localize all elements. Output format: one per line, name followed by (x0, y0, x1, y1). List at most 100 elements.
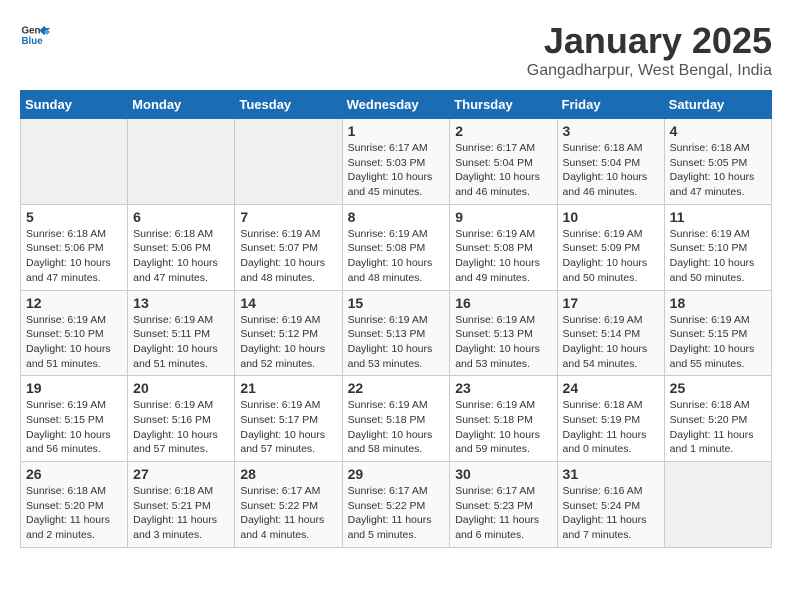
day-info: Sunrise: 6:17 AM Sunset: 5:03 PM Dayligh… (348, 141, 445, 200)
weekday-header-saturday: Saturday (664, 91, 771, 119)
day-number: 12 (26, 295, 122, 311)
day-info: Sunrise: 6:17 AM Sunset: 5:22 PM Dayligh… (240, 484, 336, 543)
week-row-2: 12 Sunrise: 6:19 AM Sunset: 5:10 PM Dayli… (21, 290, 772, 376)
day-info: Sunrise: 6:19 AM Sunset: 5:16 PM Dayligh… (133, 398, 229, 457)
calendar-cell: 5Sunrise: 6:18 AM Sunset: 5:06 PM Daylig… (21, 204, 128, 290)
day-info: Sunrise: 6:18 AM Sunset: 5:20 PM Dayligh… (670, 398, 766, 457)
day-info: Sunrise: 6:19 AM Sunset: 5:08 PM Dayligh… (348, 227, 445, 286)
calendar-cell: 24 Sunrise: 6:18 AM Sunset: 5:19 PM Dayli… (557, 376, 664, 462)
day-number: 9 (455, 209, 551, 225)
calendar-cell: 18 Sunrise: 6:19 AM Sunset: 5:15 PM Dayli… (664, 290, 771, 376)
day-info: Sunrise: 6:18 AM Sunset: 5:06 PM Dayligh… (26, 227, 122, 286)
day-info: Sunrise: 6:19 AM Sunset: 5:18 PM Dayligh… (348, 398, 445, 457)
week-row-0: 1 Sunrise: 6:17 AM Sunset: 5:03 PM Daylig… (21, 119, 772, 205)
calendar-cell: 17 Sunrise: 6:19 AM Sunset: 5:14 PM Dayli… (557, 290, 664, 376)
day-number: 17 (563, 295, 659, 311)
weekday-header-row: SundayMondayTuesdayWednesdayThursdayFrid… (21, 91, 772, 119)
day-info: Sunrise: 6:17 AM Sunset: 5:23 PM Dayligh… (455, 484, 551, 543)
day-number: 28 (240, 466, 336, 482)
weekday-header-thursday: Thursday (450, 91, 557, 119)
day-number: 27 (133, 466, 229, 482)
day-number: 1 (348, 123, 445, 139)
day-info: Sunrise: 6:19 AM Sunset: 5:10 PM Dayligh… (26, 313, 122, 372)
day-info: Sunrise: 6:19 AM Sunset: 5:12 PM Dayligh… (240, 313, 336, 372)
day-number: 18 (670, 295, 766, 311)
day-number: 4 (670, 123, 766, 139)
day-info: Sunrise: 6:19 AM Sunset: 5:09 PM Dayligh… (563, 227, 659, 286)
day-info: Sunrise: 6:19 AM Sunset: 5:15 PM Dayligh… (26, 398, 122, 457)
calendar-cell: 14 Sunrise: 6:19 AM Sunset: 5:12 PM Dayli… (235, 290, 342, 376)
calendar-cell: 29 Sunrise: 6:17 AM Sunset: 5:22 PM Dayli… (342, 462, 450, 548)
calendar-title: January 2025 (527, 20, 772, 62)
day-info: Sunrise: 6:19 AM Sunset: 5:08 PM Dayligh… (455, 227, 551, 286)
calendar-cell: 25 Sunrise: 6:18 AM Sunset: 5:20 PM Dayli… (664, 376, 771, 462)
calendar-cell: 19 Sunrise: 6:19 AM Sunset: 5:15 PM Dayli… (21, 376, 128, 462)
weekday-header-tuesday: Tuesday (235, 91, 342, 119)
calendar-cell: 28 Sunrise: 6:17 AM Sunset: 5:22 PM Dayli… (235, 462, 342, 548)
day-info: Sunrise: 6:19 AM Sunset: 5:14 PM Dayligh… (563, 313, 659, 372)
day-number: 24 (563, 380, 659, 396)
day-info: Sunrise: 6:19 AM Sunset: 5:07 PM Dayligh… (240, 227, 336, 286)
day-number: 19 (26, 380, 122, 396)
weekday-header-friday: Friday (557, 91, 664, 119)
calendar-cell: 6 Sunrise: 6:18 AM Sunset: 5:06 PM Daylig… (128, 204, 235, 290)
calendar-cell: 23 Sunrise: 6:19 AM Sunset: 5:18 PM Dayli… (450, 376, 557, 462)
week-row-3: 19 Sunrise: 6:19 AM Sunset: 5:15 PM Dayli… (21, 376, 772, 462)
day-number: 26 (26, 466, 122, 482)
day-info: Sunrise: 6:18 AM Sunset: 5:19 PM Dayligh… (563, 398, 659, 457)
day-info: Sunrise: 6:17 AM Sunset: 5:22 PM Dayligh… (348, 484, 445, 543)
week-row-4: 26 Sunrise: 6:18 AM Sunset: 5:20 PM Dayli… (21, 462, 772, 548)
day-info: Sunrise: 6:19 AM Sunset: 5:10 PM Dayligh… (670, 227, 766, 286)
calendar-cell: 8 Sunrise: 6:19 AM Sunset: 5:08 PM Daylig… (342, 204, 450, 290)
calendar-cell: 22 Sunrise: 6:19 AM Sunset: 5:18 PM Dayli… (342, 376, 450, 462)
calendar-cell: 30 Sunrise: 6:17 AM Sunset: 5:23 PM Dayli… (450, 462, 557, 548)
day-number: 25 (670, 380, 766, 396)
logo-icon: General Blue (20, 20, 50, 50)
weekday-header-monday: Monday (128, 91, 235, 119)
calendar-cell (21, 119, 128, 205)
calendar-subtitle: Gangadharpur, West Bengal, India (527, 62, 772, 80)
logo: General Blue (20, 20, 50, 50)
calendar-cell: 3 Sunrise: 6:18 AM Sunset: 5:04 PM Daylig… (557, 119, 664, 205)
day-info: Sunrise: 6:19 AM Sunset: 5:13 PM Dayligh… (455, 313, 551, 372)
calendar-cell: 4Sunrise: 6:18 AM Sunset: 5:05 PM Daylig… (664, 119, 771, 205)
day-number: 3 (563, 123, 659, 139)
day-info: Sunrise: 6:19 AM Sunset: 5:13 PM Dayligh… (348, 313, 445, 372)
day-number: 14 (240, 295, 336, 311)
calendar-cell: 20 Sunrise: 6:19 AM Sunset: 5:16 PM Dayli… (128, 376, 235, 462)
day-info: Sunrise: 6:19 AM Sunset: 5:18 PM Dayligh… (455, 398, 551, 457)
day-number: 29 (348, 466, 445, 482)
weekday-header-sunday: Sunday (21, 91, 128, 119)
day-info: Sunrise: 6:19 AM Sunset: 5:17 PM Dayligh… (240, 398, 336, 457)
calendar-cell: 11 Sunrise: 6:19 AM Sunset: 5:10 PM Dayli… (664, 204, 771, 290)
day-number: 23 (455, 380, 551, 396)
day-info: Sunrise: 6:18 AM Sunset: 5:06 PM Dayligh… (133, 227, 229, 286)
day-number: 16 (455, 295, 551, 311)
svg-text:Blue: Blue (22, 36, 44, 47)
calendar-cell: 7 Sunrise: 6:19 AM Sunset: 5:07 PM Daylig… (235, 204, 342, 290)
day-number: 11 (670, 209, 766, 225)
day-info: Sunrise: 6:19 AM Sunset: 5:11 PM Dayligh… (133, 313, 229, 372)
day-info: Sunrise: 6:19 AM Sunset: 5:15 PM Dayligh… (670, 313, 766, 372)
calendar-cell: 2 Sunrise: 6:17 AM Sunset: 5:04 PM Daylig… (450, 119, 557, 205)
day-number: 6 (133, 209, 229, 225)
calendar-cell: 13Sunrise: 6:19 AM Sunset: 5:11 PM Dayli… (128, 290, 235, 376)
day-number: 8 (348, 209, 445, 225)
day-number: 2 (455, 123, 551, 139)
day-number: 30 (455, 466, 551, 482)
day-number: 22 (348, 380, 445, 396)
day-info: Sunrise: 6:17 AM Sunset: 5:04 PM Dayligh… (455, 141, 551, 200)
calendar-cell: 9 Sunrise: 6:19 AM Sunset: 5:08 PM Daylig… (450, 204, 557, 290)
day-number: 21 (240, 380, 336, 396)
calendar-cell: 21 Sunrise: 6:19 AM Sunset: 5:17 PM Dayli… (235, 376, 342, 462)
day-number: 20 (133, 380, 229, 396)
day-info: Sunrise: 6:18 AM Sunset: 5:20 PM Dayligh… (26, 484, 122, 543)
day-number: 15 (348, 295, 445, 311)
calendar-cell: 1 Sunrise: 6:17 AM Sunset: 5:03 PM Daylig… (342, 119, 450, 205)
calendar-cell (235, 119, 342, 205)
calendar-cell: 12 Sunrise: 6:19 AM Sunset: 5:10 PM Dayli… (21, 290, 128, 376)
day-info: Sunrise: 6:18 AM Sunset: 5:04 PM Dayligh… (563, 141, 659, 200)
calendar-cell: 10Sunrise: 6:19 AM Sunset: 5:09 PM Dayli… (557, 204, 664, 290)
calendar-cell: 31Sunrise: 6:16 AM Sunset: 5:24 PM Dayli… (557, 462, 664, 548)
day-number: 7 (240, 209, 336, 225)
